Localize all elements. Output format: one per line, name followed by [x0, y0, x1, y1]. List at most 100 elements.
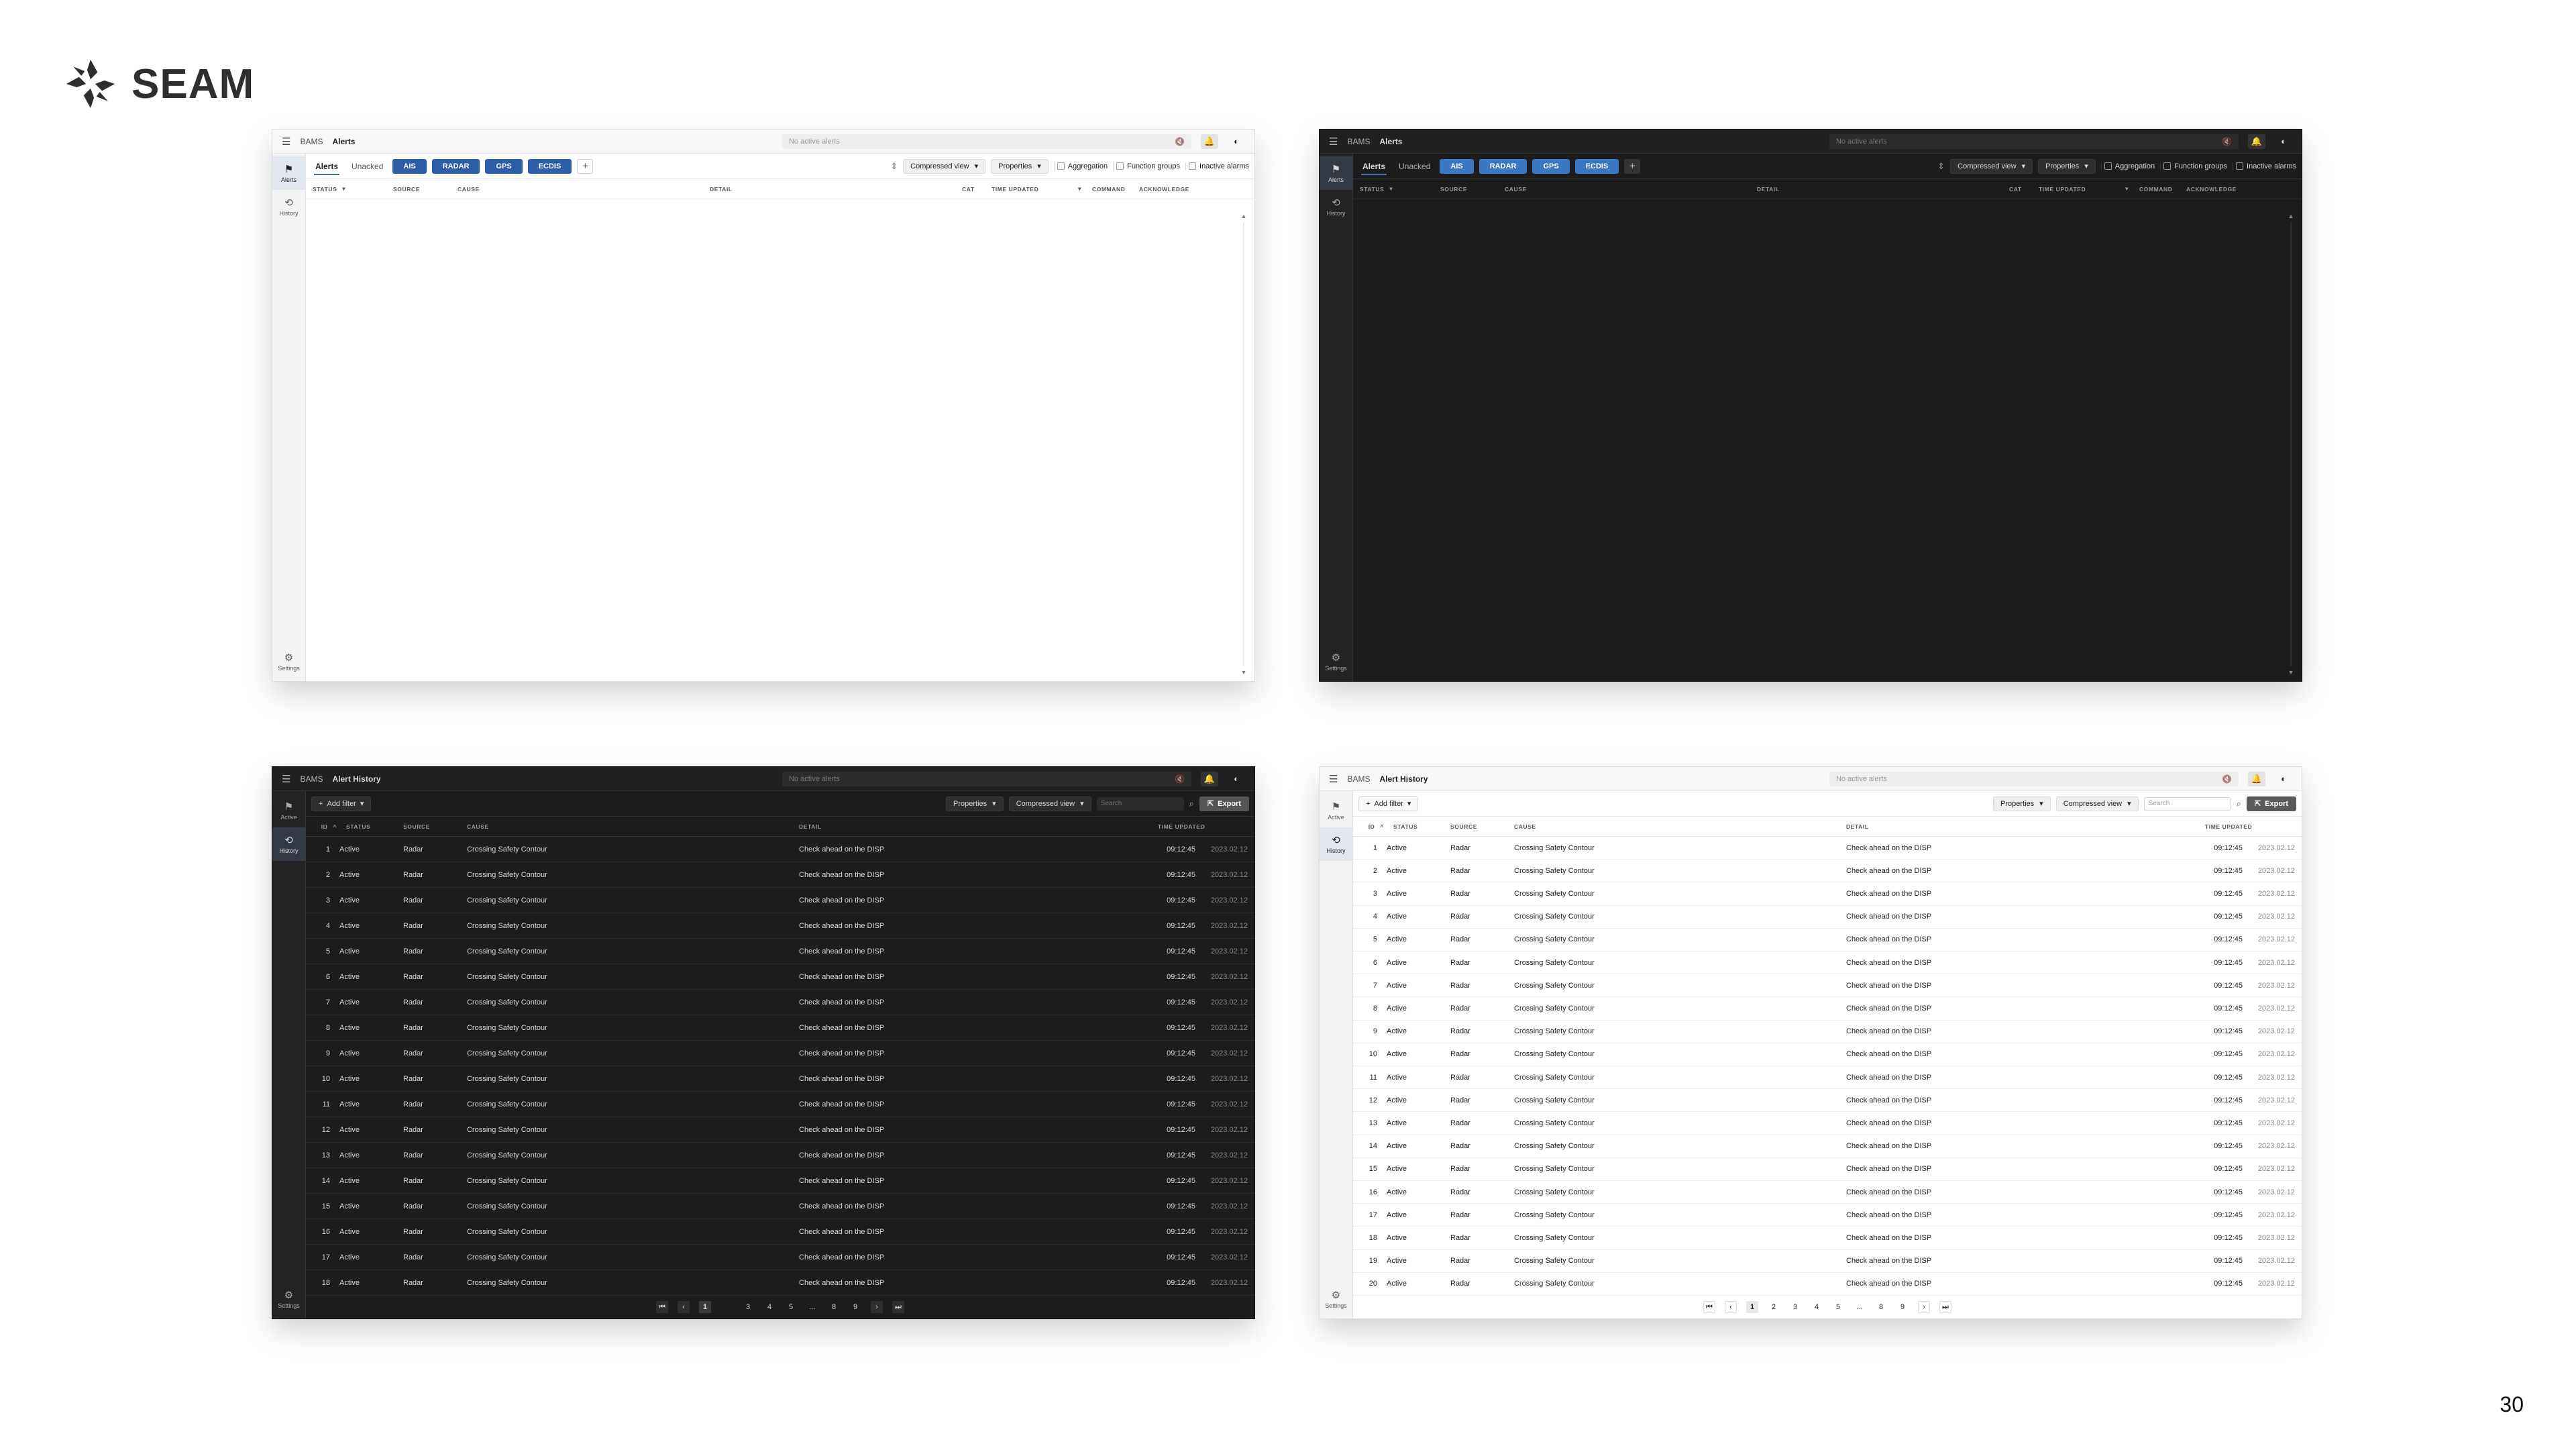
filter-chip-ais[interactable]: AIS — [392, 158, 427, 174]
properties-dropdown[interactable]: Properties ▾ — [991, 158, 1049, 174]
table-row[interactable]: 13 Active Radar Crossing Safety Contour Chec… — [306, 1143, 1254, 1168]
sidebar-item-history[interactable]: ⟲ History — [1320, 827, 1353, 861]
table-row[interactable]: 18 Active Radar Crossing Safety Contour Chec… — [306, 1270, 1254, 1296]
theme-toggle-icon[interactable]: ◐ — [2275, 772, 2292, 786]
sidebar-item-settings[interactable]: ⚙ Settings — [272, 645, 306, 678]
last-page-icon[interactable]: ⏭ — [892, 1301, 904, 1313]
table-row[interactable]: 5 Active Radar Crossing Safety Contour Check… — [306, 939, 1254, 964]
sidebar-item-history[interactable]: ⟲ History — [1320, 190, 1353, 223]
sidebar-item-alerts[interactable]: ⚑ Alerts — [1320, 156, 1353, 190]
scroll-up-icon[interactable]: ▲ — [1241, 213, 1247, 219]
page-button[interactable]: 4 — [763, 1301, 775, 1313]
col-status[interactable]: STATUS ▾ — [313, 185, 393, 193]
filter-chip-ecdis[interactable]: ECDIS — [527, 158, 572, 174]
filter-chip-ais[interactable]: AIS — [1440, 158, 1474, 174]
table-row[interactable]: 4 Active Radar Crossing Safety Contour Check… — [1353, 906, 2302, 929]
table-row[interactable]: 19 Active Radar Crossing Safety Contour Chec… — [1353, 1250, 2302, 1273]
table-row[interactable]: 20 Active Radar Crossing Safety Contour Chec… — [1353, 1273, 2302, 1296]
table-row[interactable]: 14 Active Radar Crossing Safety Contour Chec… — [306, 1168, 1254, 1194]
table-row[interactable]: 2 Active Radar Crossing Safety Contour Check… — [1353, 860, 2302, 883]
table-row[interactable]: 3 Active Radar Crossing Safety Contour Check… — [306, 888, 1254, 913]
scroll-up-icon[interactable]: ▲ — [2288, 213, 2294, 219]
page-button[interactable]: 5 — [1832, 1301, 1844, 1313]
aggregation-checkbox[interactable]: Aggregation — [2100, 162, 2155, 170]
page-button[interactable]: 1 — [699, 1301, 711, 1313]
scroll-rail[interactable] — [2290, 222, 2292, 666]
next-page-icon[interactable]: › — [871, 1301, 883, 1313]
bell-icon[interactable]: 🔔 — [2248, 134, 2265, 149]
function-groups-checkbox[interactable]: Function groups — [2160, 162, 2227, 170]
page-button[interactable]: ... — [806, 1301, 818, 1313]
page-button[interactable]: 9 — [849, 1301, 861, 1313]
theme-toggle-icon[interactable]: ◐ — [1228, 772, 1245, 786]
first-page-icon[interactable]: ⏮ — [1703, 1301, 1715, 1313]
table-row[interactable]: 9 Active Radar Crossing Safety Contour Check… — [306, 1041, 1254, 1066]
menu-icon[interactable]: ☰ — [282, 773, 290, 785]
table-row[interactable]: 17 Active Radar Crossing Safety Contour Chec… — [306, 1245, 1254, 1270]
page-button[interactable]: 8 — [828, 1301, 840, 1313]
menu-icon[interactable]: ☰ — [1329, 773, 1338, 785]
col-time-updated[interactable]: TIME UPDATED ▾ — [991, 185, 1092, 193]
table-row[interactable]: 11 Active Radar Crossing Safety Contour Chec… — [306, 1092, 1254, 1117]
inactive-alarms-checkbox[interactable]: Inactive alarms — [2233, 162, 2296, 170]
add-filter-button[interactable]: + Add filter ▾ — [311, 796, 372, 811]
col-id[interactable]: ID ^ — [313, 823, 339, 830]
bell-icon[interactable]: 🔔 — [2248, 771, 2265, 786]
table-row[interactable]: 9 Active Radar Crossing Safety Contour Check… — [1353, 1021, 2302, 1043]
table-row[interactable]: 7 Active Radar Crossing Safety Contour Check… — [306, 990, 1254, 1015]
filter-chip-ecdis[interactable]: ECDIS — [1574, 158, 1619, 174]
table-row[interactable]: 4 Active Radar Crossing Safety Contour Check… — [306, 913, 1254, 939]
bell-icon[interactable]: 🔔 — [1201, 771, 1218, 786]
inactive-alarms-checkbox[interactable]: Inactive alarms — [1185, 162, 1249, 170]
sort-icon[interactable]: ⇕ — [890, 161, 898, 172]
add-chip-button[interactable]: + — [1624, 158, 1641, 174]
filter-chip-gps[interactable]: GPS — [1532, 158, 1570, 174]
sidebar-item-active[interactable]: ⚑ Active — [1320, 794, 1353, 827]
table-row[interactable]: 3 Active Radar Crossing Safety Contour Check… — [1353, 882, 2302, 906]
page-button[interactable]: 3 — [1789, 1301, 1801, 1313]
page-button[interactable]: 4 — [1811, 1301, 1823, 1313]
mute-icon[interactable]: 🔇 — [2222, 774, 2232, 784]
table-row[interactable]: 10 Active Radar Crossing Safety Contour Chec… — [1353, 1043, 2302, 1067]
page-button[interactable]: 8 — [1875, 1301, 1887, 1313]
mute-icon[interactable]: 🔇 — [1175, 774, 1185, 784]
table-row[interactable]: 16 Active Radar Crossing Safety Contour Chec… — [1353, 1181, 2302, 1204]
export-button[interactable]: ⇱ Export — [2246, 796, 2296, 811]
table-row[interactable]: 6 Active Radar Crossing Safety Contour Check… — [306, 964, 1254, 990]
scroll-down-icon[interactable]: ▼ — [2288, 669, 2294, 676]
mute-icon[interactable]: 🔇 — [1175, 137, 1185, 146]
col-id[interactable]: ID ^ — [1360, 823, 1387, 830]
properties-dropdown[interactable]: Properties ▾ — [1993, 796, 2051, 811]
search-icon[interactable]: ⌕ — [1189, 798, 1194, 809]
table-row[interactable]: 8 Active Radar Crossing Safety Contour Check… — [306, 1015, 1254, 1041]
table-row[interactable]: 12 Active Radar Crossing Safety Contour Chec… — [306, 1117, 1254, 1143]
prev-page-icon[interactable]: ‹ — [1725, 1301, 1737, 1313]
compressed-view-dropdown[interactable]: Compressed view ▾ — [1950, 158, 2033, 174]
filter-chip-radar[interactable]: RADAR — [1479, 158, 1527, 174]
properties-dropdown[interactable]: Properties ▾ — [2038, 158, 2096, 174]
table-row[interactable]: 5 Active Radar Crossing Safety Contour Check… — [1353, 929, 2302, 952]
sidebar-item-settings[interactable]: ⚙ Settings — [1320, 645, 1353, 678]
sidebar-item-history[interactable]: ⟲ History — [272, 190, 306, 223]
add-chip-button[interactable]: + — [577, 158, 594, 174]
page-button[interactable]: 1 — [1746, 1301, 1758, 1313]
sort-icon[interactable]: ⇕ — [1937, 161, 1945, 172]
page-button[interactable]: ... — [1854, 1301, 1866, 1313]
table-row[interactable]: 15 Active Radar Crossing Safety Contour Chec… — [306, 1194, 1254, 1219]
tab-alerts[interactable]: Alerts — [311, 156, 342, 176]
scroll-down-icon[interactable]: ▼ — [1241, 669, 1247, 676]
tab-alerts[interactable]: Alerts — [1358, 156, 1389, 176]
table-row[interactable]: 1 Active Radar Crossing Safety Contour Check… — [306, 837, 1254, 862]
table-row[interactable]: 18 Active Radar Crossing Safety Contour Chec… — [1353, 1227, 2302, 1250]
prev-page-icon[interactable]: ‹ — [678, 1301, 690, 1313]
bell-icon[interactable]: 🔔 — [1201, 134, 1218, 149]
page-button[interactable]: 5 — [785, 1301, 797, 1313]
filter-chip-gps[interactable]: GPS — [485, 158, 523, 174]
theme-toggle-icon[interactable]: ◐ — [2275, 134, 2292, 149]
add-filter-button[interactable]: + Add filter ▾ — [1358, 796, 1419, 811]
search-input[interactable]: Search — [1096, 796, 1184, 811]
page-button[interactable]: 3 — [742, 1301, 754, 1313]
export-button[interactable]: ⇱ Export — [1199, 796, 1249, 811]
tab-unacked[interactable]: Unacked — [1395, 156, 1434, 176]
sidebar-item-history[interactable]: ⟲ History — [272, 827, 306, 861]
